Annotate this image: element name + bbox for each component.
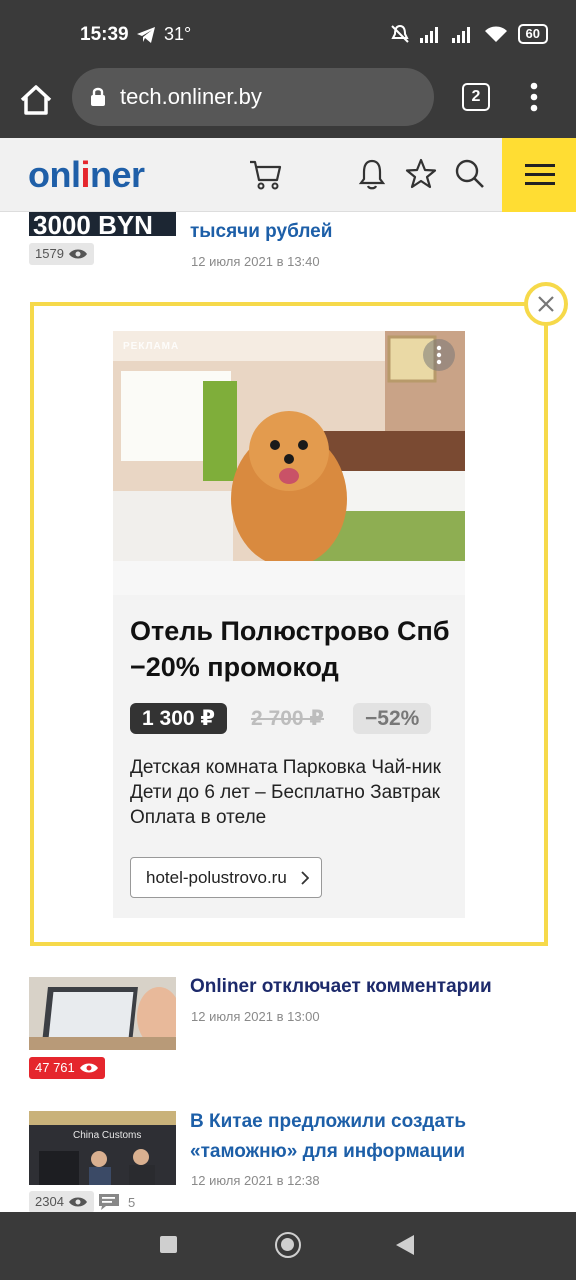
news-date: 12 июля 2021 в 13:40 xyxy=(191,254,320,269)
logo-part-2: i xyxy=(80,154,90,195)
eye-icon xyxy=(68,249,87,259)
hamburger-menu-button[interactable] xyxy=(502,138,576,212)
home-icon[interactable] xyxy=(18,82,54,118)
views-counter: 2304 xyxy=(29,1191,94,1213)
views-counter: 1579 xyxy=(29,243,94,265)
ad-description: Детская комната Парковка Чай-ник Дети до… xyxy=(130,757,441,828)
views-count: 1579 xyxy=(35,246,64,261)
chevron-right-icon xyxy=(301,871,309,885)
bell-icon[interactable] xyxy=(354,156,390,192)
thumbnail-caption: 3000 BYN xyxy=(33,212,153,236)
ad-image[interactable]: РЕКЛАМА xyxy=(113,331,465,595)
hotel-room-photo xyxy=(113,331,465,595)
signal-icon-2 xyxy=(451,27,470,43)
lock-icon xyxy=(91,87,105,106)
browser-toolbar: tech.onliner.by 2 xyxy=(0,68,576,138)
eye-icon xyxy=(79,1063,98,1073)
menu-icon xyxy=(525,164,555,185)
eye-icon xyxy=(68,1197,87,1207)
news-thumbnail[interactable]: China Customs xyxy=(29,1111,176,1185)
close-icon xyxy=(538,296,554,312)
system-navigation-bar xyxy=(0,1212,576,1280)
news-thumbnail[interactable]: 3000 BYN xyxy=(29,212,176,236)
views-count: 2304 xyxy=(35,1194,64,1209)
news-title[interactable]: тысячи рублей xyxy=(190,217,560,247)
recents-button[interactable] xyxy=(160,1236,177,1253)
address-bar[interactable]: tech.onliner.by xyxy=(72,68,434,126)
logo-part-3: ner xyxy=(90,154,145,195)
onliner-logo[interactable]: onliner xyxy=(28,154,145,196)
telegram-icon xyxy=(137,27,155,43)
back-button[interactable] xyxy=(396,1235,414,1255)
comment-icon xyxy=(99,1194,119,1210)
price-badge: 1 300 ₽ xyxy=(130,703,227,734)
news-date: 12 июля 2021 в 12:38 xyxy=(191,1173,320,1188)
old-price: 2 700 ₽ xyxy=(251,707,324,730)
home-button[interactable] xyxy=(275,1232,301,1258)
views-counter: 47 761 xyxy=(29,1057,105,1079)
logo-part-1: onl xyxy=(28,154,81,195)
news-title[interactable]: В Китае предложили создать «таможню» для… xyxy=(190,1107,560,1167)
ad-link-text: hotel-polustrovo.ru xyxy=(146,868,287,887)
news-thumbnail[interactable] xyxy=(29,977,176,1050)
more-vert-icon xyxy=(436,345,442,365)
status-bar: 15:39 31° 60 xyxy=(0,0,576,68)
cart-icon[interactable] xyxy=(248,156,284,192)
status-temperature: 31° xyxy=(164,24,192,44)
more-vert-icon[interactable] xyxy=(524,82,544,112)
comments-counter[interactable]: 5 xyxy=(98,1193,135,1211)
ad-close-button[interactable] xyxy=(524,282,568,326)
url-text: tech.onliner.by xyxy=(120,84,262,109)
news-date: 12 июля 2021 в 13:00 xyxy=(191,1009,320,1024)
signal-icon xyxy=(419,27,438,43)
discount-badge: −52% xyxy=(353,703,432,734)
tabs-button[interactable]: 2 xyxy=(462,83,490,111)
ad-title[interactable]: Отель Полюстрово Спб −20% промокод xyxy=(130,613,450,685)
ad-label: РЕКЛАМА xyxy=(123,341,180,352)
thumbnail-caption: China Customs xyxy=(73,1130,142,1141)
site-header: onliner xyxy=(0,138,576,212)
wifi-icon xyxy=(484,26,507,42)
laptop-photo xyxy=(29,977,176,1050)
ad-link-button[interactable]: hotel-polustrovo.ru xyxy=(130,857,322,898)
star-icon[interactable] xyxy=(403,156,439,192)
battery-indicator: 60 xyxy=(517,24,548,44)
ad-options-button[interactable] xyxy=(423,339,455,371)
mute-icon xyxy=(390,24,409,43)
search-icon[interactable] xyxy=(452,156,488,192)
status-time: 15:39 xyxy=(80,24,129,45)
views-count: 47 761 xyxy=(35,1060,75,1075)
customs-photo xyxy=(29,1111,176,1185)
news-title[interactable]: Onliner отключает комментарии xyxy=(190,972,560,1002)
ad-card[interactable]: РЕКЛАМА Отель Полюстрово Спб −20% промок… xyxy=(113,331,465,918)
comments-count: 5 xyxy=(128,1194,136,1210)
status-icons: 60 xyxy=(390,24,548,44)
